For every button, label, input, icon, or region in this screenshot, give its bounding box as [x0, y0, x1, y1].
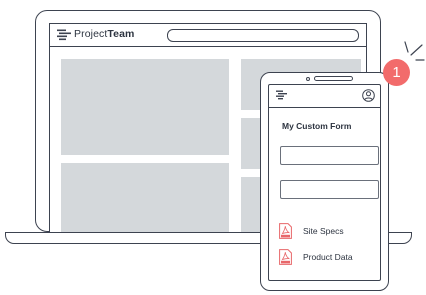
content-block-bottom: [61, 163, 229, 232]
user-icon[interactable]: [362, 89, 375, 102]
menu-icon[interactable]: [276, 90, 287, 100]
file-item-site-specs[interactable]: Site Specs: [279, 223, 374, 241]
app-top-bar: ProjectTeam: [50, 24, 366, 47]
projectteam-logo-icon: [57, 29, 71, 41]
form-text-field-1[interactable]: [280, 146, 379, 165]
app-logo-text: ProjectTeam: [74, 28, 135, 40]
sparkle-icon: [404, 41, 425, 61]
notification-badge: 1: [383, 59, 410, 86]
search-bar[interactable]: [167, 29, 359, 42]
phone-screen: My Custom Form Site Specs Product Data: [268, 84, 381, 281]
phone-app-header: [269, 85, 380, 108]
form-text-field-2[interactable]: [280, 180, 379, 199]
phone-camera: [306, 77, 310, 81]
content-block-large: [61, 59, 229, 155]
file-item-product-data[interactable]: Product Data: [279, 249, 374, 267]
form-title: My Custom Form: [282, 121, 352, 131]
pdf-file-icon: [279, 249, 292, 265]
phone-speaker: [314, 76, 353, 81]
file-label: Site Specs: [303, 226, 344, 236]
pdf-file-icon: [279, 223, 292, 239]
file-label: Product Data: [303, 252, 353, 262]
